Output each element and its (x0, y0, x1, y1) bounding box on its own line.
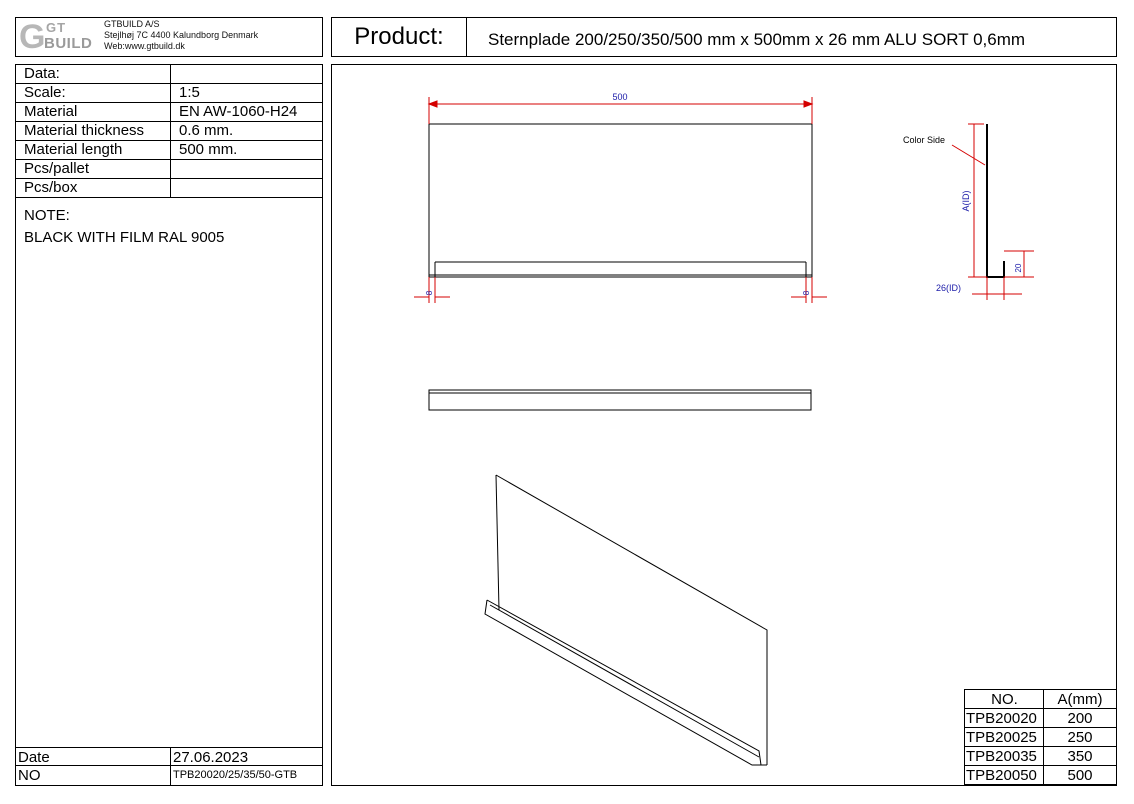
data-value: EN AW-1060-H24 (179, 103, 298, 120)
iso-flange-top (486, 599, 762, 766)
date-row: Date 27.06.2023 (16, 747, 322, 766)
data-row-pcs-pallet: Pcs/pallet (16, 160, 322, 179)
variant-no: TPB20025 (964, 727, 1044, 747)
company-logo-build: BUILD (44, 35, 93, 52)
width-dim-label: 500 (612, 92, 627, 102)
data-value: 1:5 (179, 84, 200, 101)
iso-panel-left (495, 474, 500, 611)
variant-a: 250 (1043, 727, 1117, 747)
edge-dim-right-label: 8 (802, 290, 811, 295)
table-row: TPB20025 250 (964, 727, 1117, 747)
variant-header-a: A(mm) (1043, 689, 1117, 709)
note-label: NOTE: (24, 207, 70, 224)
data-value: 500 mm. (179, 141, 238, 158)
table-row: TPB20050 500 (964, 765, 1117, 785)
note-section: NOTE: BLACK WITH FILM RAL 9005 (24, 205, 224, 249)
no-value: TPB20020/25/35/50-GTB (173, 769, 298, 781)
data-table: Data: Scale: 1:5 Material EN AW-1060-H24… (15, 64, 323, 786)
data-row-material: Material EN AW-1060-H24 (16, 103, 322, 122)
date-label: Date (18, 749, 50, 766)
product-label: Product: (332, 18, 467, 56)
profile-view (986, 124, 1005, 278)
no-row: NO TPB20020/25/35/50-GTB (16, 766, 322, 785)
isometric-view (484, 474, 768, 766)
date-value: 27.06.2023 (173, 749, 249, 766)
iso-panel-edge (495, 474, 768, 765)
data-key: Material thickness (24, 122, 145, 139)
data-table-header-row: Data: (16, 65, 322, 84)
variant-a: 500 (1043, 765, 1117, 785)
data-key: Pcs/box (24, 179, 78, 196)
data-table-header: Data: (24, 65, 60, 82)
product-header: Product: Sternplade 200/250/350/500 mm x… (331, 17, 1117, 57)
height-dim-label: A(ID) (961, 191, 971, 212)
variant-no: TPB20035 (964, 746, 1044, 766)
variant-a: 200 (1043, 708, 1117, 728)
note-text: BLACK WITH FILM RAL 9005 (24, 229, 225, 246)
company-name: GTBUILD A/S (104, 19, 160, 29)
technical-drawing: 500 8 8 Color Side A(ID) 20 26(ID) (414, 92, 1034, 766)
data-row-material-thickness: Material thickness 0.6 mm. (16, 122, 322, 141)
front-view (428, 123, 813, 278)
profile-outline (986, 124, 1005, 278)
company-logo: G (19, 18, 46, 56)
color-side-label: Color Side (903, 135, 945, 145)
data-row-scale: Scale: 1:5 (16, 84, 322, 103)
depth-dim-label: 26(ID) (936, 283, 961, 293)
company-header: G GT BUILD GTBUILD A/S Stejlhøj 7C 4400 … (15, 17, 323, 57)
variant-table: NO. A(mm) TPB20020 200 TPB20025 250 TPB2… (964, 689, 1117, 785)
variant-header-no: NO. (964, 689, 1044, 709)
company-web: Web:www.gtbuild.dk (104, 41, 185, 51)
no-label: NO (18, 767, 41, 784)
top-view (428, 389, 812, 411)
data-key: Material (24, 103, 78, 120)
company-logo-gt: GT (46, 20, 67, 35)
iso-flange-inner (489, 604, 760, 758)
data-key: Pcs/pallet (24, 160, 90, 177)
variant-no: TPB20020 (964, 708, 1044, 728)
data-key: Material length (24, 141, 123, 158)
front-view-outline (428, 123, 813, 278)
flange-dim-label: 20 (1014, 263, 1023, 272)
edge-dimension-left (414, 277, 450, 303)
data-row-material-length: Material length 500 mm. (16, 141, 322, 160)
iso-flange-outer (484, 599, 767, 766)
table-row: TPB20035 350 (964, 746, 1117, 766)
variant-no: TPB20050 (964, 765, 1044, 785)
edge-dim-left-label: 8 (425, 290, 434, 295)
variant-a: 350 (1043, 746, 1117, 766)
footer-divider (170, 747, 171, 785)
variant-table-header: NO. A(mm) (964, 689, 1117, 709)
data-row-pcs-box: Pcs/box (16, 179, 322, 198)
company-info: GTBUILD A/S Stejlhøj 7C 4400 Kalundborg … (104, 19, 258, 52)
drawing-area: 500 8 8 Color Side A(ID) 20 26(ID) NO. A… (331, 64, 1117, 786)
edge-dimension-right (791, 277, 827, 303)
data-value: 0.6 mm. (179, 122, 234, 139)
product-title: Sternplade 200/250/350/500 mm x 500mm x … (488, 30, 1026, 49)
company-address: Stejlhøj 7C 4400 Kalundborg Denmark (104, 30, 259, 40)
data-key: Scale: (24, 84, 66, 101)
table-row: TPB20020 200 (964, 708, 1117, 728)
